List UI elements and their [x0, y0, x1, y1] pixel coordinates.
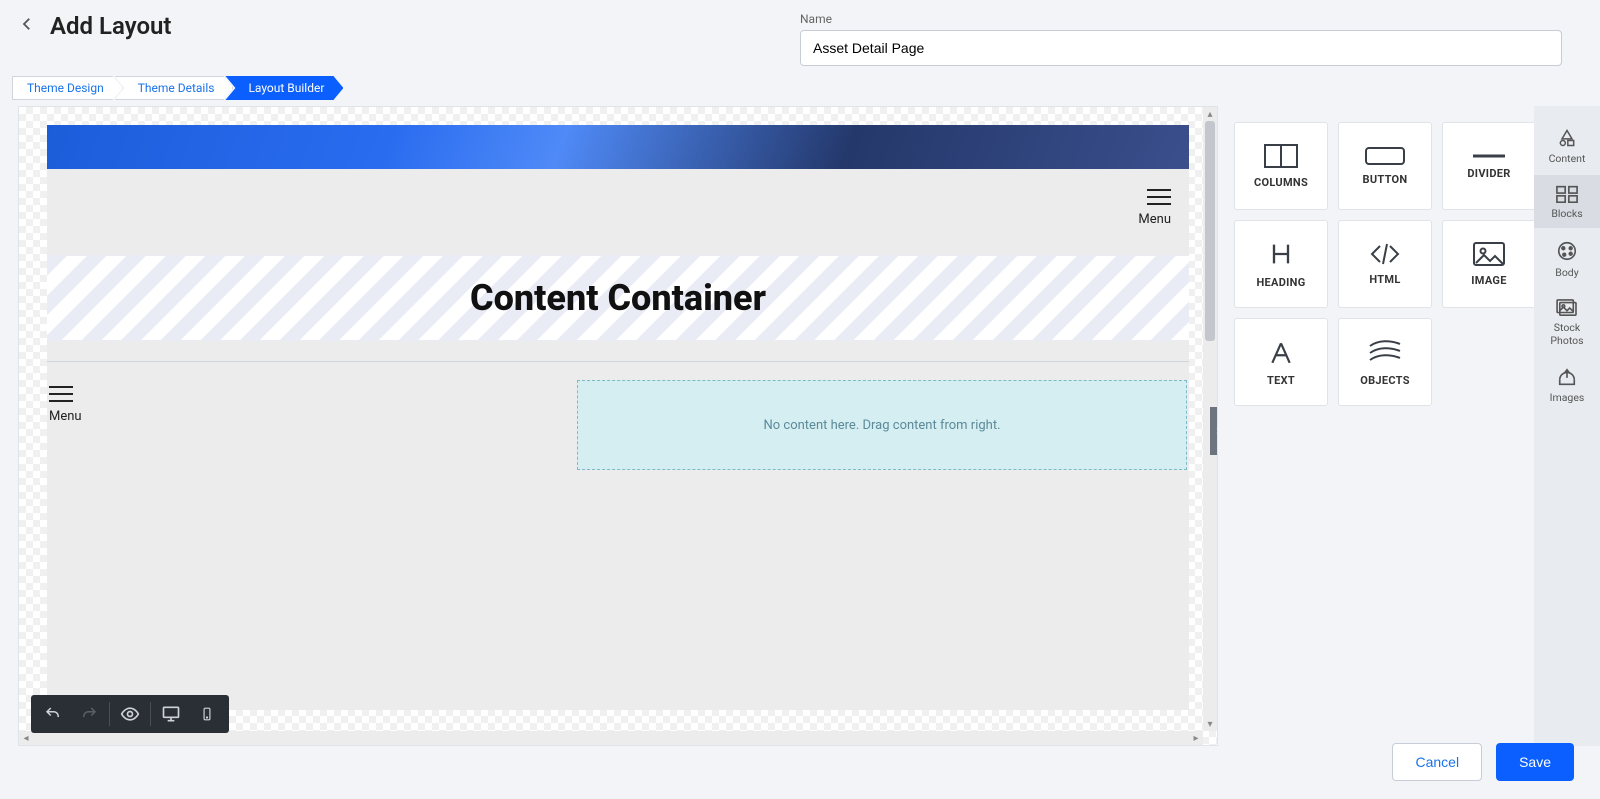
side-tabs: Content Blocks Body Stock Photos Images — [1534, 106, 1600, 746]
block-label: TEXT — [1267, 374, 1295, 387]
page-preview: Menu Content Container Menu No content h… — [47, 125, 1189, 710]
scroll-left-icon[interactable]: ◂ — [19, 733, 33, 744]
top-menu[interactable]: Menu — [1138, 183, 1171, 227]
name-label: Name — [800, 12, 1562, 26]
breadcrumb-steps: Theme Design Theme Details Layout Builde… — [12, 76, 1600, 100]
canvas-toolbar — [31, 695, 229, 733]
footer-actions: Cancel Save — [1392, 743, 1574, 781]
top-menu-label: Menu — [1138, 212, 1171, 227]
block-columns[interactable]: COLUMNS — [1234, 122, 1328, 210]
tab-images[interactable]: Images — [1534, 357, 1600, 412]
block-heading[interactable]: HEADING — [1234, 220, 1328, 308]
preview-button[interactable] — [112, 701, 148, 727]
back-arrow-icon[interactable] — [18, 15, 36, 37]
tab-label: Content — [1549, 152, 1586, 165]
block-button[interactable]: BUTTON — [1338, 122, 1432, 210]
block-html[interactable]: HTML — [1338, 220, 1432, 308]
block-objects[interactable]: OBJECTS — [1338, 318, 1432, 406]
scroll-down-icon[interactable]: ▾ — [1203, 717, 1217, 731]
block-label: OBJECTS — [1360, 374, 1410, 387]
dropzone-text: No content here. Drag content from right… — [763, 418, 1000, 433]
name-input[interactable] — [800, 30, 1562, 66]
tab-label: Blocks — [1551, 207, 1582, 220]
hamburger-icon — [1147, 196, 1171, 198]
panel-collapse-handle[interactable] — [1210, 407, 1218, 455]
divider — [47, 361, 1189, 362]
block-image[interactable]: IMAGE — [1442, 220, 1536, 308]
save-button[interactable]: Save — [1496, 743, 1574, 781]
hamburger-icon — [49, 393, 73, 395]
block-label: COLUMNS — [1254, 176, 1308, 189]
side-menu-label: Menu — [49, 409, 557, 424]
block-label: BUTTON — [1363, 173, 1408, 186]
canvas[interactable]: Menu Content Container Menu No content h… — [18, 106, 1218, 746]
redo-button[interactable] — [71, 701, 107, 727]
step-theme-design[interactable]: Theme Design — [12, 76, 123, 100]
tab-label: Images — [1550, 391, 1585, 404]
cancel-button[interactable]: Cancel — [1392, 743, 1482, 781]
tab-label: Stock Photos — [1550, 321, 1583, 347]
tab-label: Body — [1555, 266, 1578, 279]
page-title: Add Layout — [50, 12, 171, 40]
scroll-thumb[interactable] — [1205, 121, 1215, 341]
content-container-label: Content Container — [470, 277, 766, 319]
tab-stock-photos[interactable]: Stock Photos — [1534, 289, 1600, 355]
side-menu[interactable]: Menu — [49, 380, 557, 424]
block-label: IMAGE — [1471, 274, 1506, 287]
undo-button[interactable] — [35, 701, 71, 727]
hero-banner — [47, 125, 1189, 169]
mobile-view-button[interactable] — [189, 701, 225, 727]
tab-content[interactable]: Content — [1534, 118, 1600, 173]
dropzone[interactable]: No content here. Drag content from right… — [577, 380, 1187, 470]
horizontal-scrollbar[interactable]: ◂ ▸ — [19, 731, 1203, 745]
step-theme-details[interactable]: Theme Details — [115, 76, 234, 100]
blocks-panel: COLUMNS BUTTON DIVIDER HEADING HTML IMAG… — [1218, 106, 1534, 746]
content-container[interactable]: Content Container — [47, 255, 1189, 341]
step-layout-builder[interactable]: Layout Builder — [225, 76, 343, 100]
block-label: HTML — [1369, 273, 1400, 286]
block-text[interactable]: TEXT — [1234, 318, 1328, 406]
block-label: HEADING — [1256, 276, 1305, 289]
desktop-view-button[interactable] — [153, 701, 189, 727]
block-label: DIVIDER — [1467, 167, 1510, 180]
scroll-right-icon[interactable]: ▸ — [1189, 733, 1203, 744]
tab-body[interactable]: Body — [1534, 230, 1600, 287]
scroll-up-icon[interactable]: ▴ — [1203, 107, 1217, 121]
block-divider[interactable]: DIVIDER — [1442, 122, 1536, 210]
tab-blocks[interactable]: Blocks — [1534, 175, 1600, 228]
